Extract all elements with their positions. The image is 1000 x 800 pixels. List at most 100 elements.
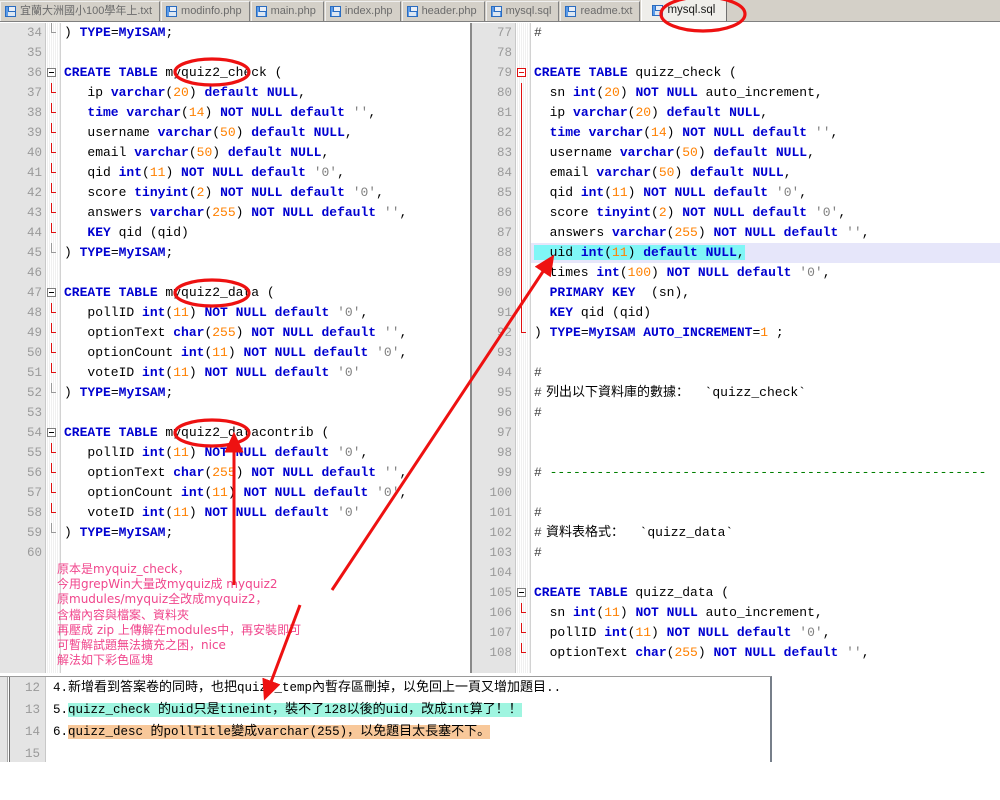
code-line[interactable]: 93 — [472, 343, 1000, 363]
code-text: uid int(11) default NULL, — [534, 245, 745, 260]
editor-tab-3[interactable]: index.php — [324, 1, 401, 21]
code-line[interactable]: 99 # ------------------------------------… — [472, 463, 1000, 483]
code-line[interactable]: 38 time varchar(14) NOT NULL default '', — [0, 103, 468, 123]
code-line[interactable]: 92) TYPE=MyISAM AUTO_INCREMENT=1 ; — [472, 323, 1000, 343]
note-line[interactable]: 14 6.quizz_desc 的pollTitle變成varchar(255)，… — [0, 721, 770, 743]
line-number: 105 — [489, 586, 512, 600]
note-line[interactable]: 13 5.quizz_check 的uid只是tineint，裝不了128以後的u… — [0, 699, 770, 721]
code-line[interactable]: 104 — [472, 563, 1000, 583]
code-line[interactable]: 98 — [472, 443, 1000, 463]
code-line[interactable]: 59) TYPE=MyISAM; — [0, 523, 468, 543]
code-editor-right[interactable]: 77 #78 79 CREATE TABLE quizz_check (80 sn i… — [470, 23, 1000, 673]
line-number: 52 — [26, 386, 42, 400]
code-line[interactable]: 51 voteID int(11) NOT NULL default '0' — [0, 363, 468, 383]
code-line[interactable]: 86 score tinyint(2) NOT NULL default '0'… — [472, 203, 1000, 223]
code-text: score tinyint(2) NOT NULL default '0', — [64, 185, 384, 200]
code-line[interactable]: 96 # — [472, 403, 1000, 423]
code-line[interactable]: 95 # 列出以下資料庫的數據： `quizz_check` — [472, 383, 1000, 403]
bottom-notes-panel[interactable]: 12 4.新增看到答案卷的同時，也把quizz_temp內暫存區刪掉，以免回上一頁… — [0, 676, 772, 762]
editor-tab-6[interactable]: readme.txt — [560, 1, 641, 21]
editor-tab-0[interactable]: 宜蘭大洲國小100學年上.txt — [0, 1, 161, 21]
code-line[interactable]: 102 # 資料表格式： `quizz_data` — [472, 523, 1000, 543]
code-line[interactable]: 49 optionText char(255) NOT NULL default… — [0, 323, 468, 343]
code-line[interactable]: 41 qid int(11) NOT NULL default '0', — [0, 163, 468, 183]
editor-tab-1[interactable]: modinfo.php — [161, 1, 250, 21]
code-line[interactable]: 55 pollID int(11) NOT NULL default '0', — [0, 443, 468, 463]
code-line[interactable]: 39 username varchar(50) default NULL, — [0, 123, 468, 143]
editor-tab-label: mysql.sql — [667, 3, 716, 16]
code-line[interactable]: 60 — [0, 543, 468, 563]
code-line[interactable]: 79 CREATE TABLE quizz_check ( — [472, 63, 1000, 83]
code-line[interactable]: 45) TYPE=MyISAM; — [0, 243, 468, 263]
code-line[interactable]: 106 sn int(11) NOT NULL auto_increment, — [472, 603, 1000, 623]
fold-collapse-icon[interactable] — [47, 68, 56, 77]
editor-tab-2[interactable]: main.php — [250, 1, 324, 21]
code-line[interactable]: 94 # — [472, 363, 1000, 383]
line-number: 91 — [496, 306, 512, 320]
line-number: 53 — [26, 406, 42, 420]
code-line[interactable]: 40 email varchar(50) default NULL, — [0, 143, 468, 163]
code-line[interactable]: 107 pollID int(11) NOT NULL default '0', — [472, 623, 1000, 643]
editor-tab-active[interactable]: mysql.sql — [641, 0, 728, 21]
fold-guide-line — [521, 643, 526, 653]
fold-guide-line — [51, 183, 56, 193]
line-number: 54 — [26, 426, 42, 440]
note-line[interactable]: 15 — [0, 743, 770, 762]
code-text: email varchar(50) default NULL, — [64, 145, 330, 160]
fold-guide-line — [521, 123, 522, 143]
fold-guide-line — [51, 143, 56, 153]
code-line[interactable]: 58 voteID int(11) NOT NULL default '0' — [0, 503, 468, 523]
code-line[interactable]: 48 pollID int(11) NOT NULL default '0', — [0, 303, 468, 323]
code-line[interactable]: 34) TYPE=MyISAM; — [0, 23, 468, 43]
code-line[interactable]: 78 — [472, 43, 1000, 63]
code-line[interactable]: 100 — [472, 483, 1000, 503]
code-line[interactable]: 82 time varchar(14) NOT NULL default '', — [472, 123, 1000, 143]
code-line[interactable]: 43 answers varchar(255) NOT NULL default… — [0, 203, 468, 223]
code-line[interactable]: 83 username varchar(50) default NULL, — [472, 143, 1000, 163]
code-text: # 列出以下資料庫的數據： `quizz_check` — [534, 385, 806, 400]
note-line[interactable]: 12 4.新增看到答案卷的同時，也把quizz_temp內暫存區刪掉，以免回上一頁… — [0, 677, 770, 699]
line-number: 100 — [489, 486, 512, 500]
code-line[interactable]: 84 email varchar(50) default NULL, — [472, 163, 1000, 183]
code-line[interactable]: 89 times int(100) NOT NULL default '0', — [472, 263, 1000, 283]
code-line[interactable]: 54 CREATE TABLE myquiz2_datacontrib ( — [0, 423, 468, 443]
code-line[interactable]: 108 optionText char(255) NOT NULL defaul… — [472, 643, 1000, 663]
code-line[interactable]: 90 PRIMARY KEY (sn), — [472, 283, 1000, 303]
code-line[interactable]: 57 optionCount int(11) NOT NULL default … — [0, 483, 468, 503]
code-line[interactable]: 46 — [0, 263, 468, 283]
editor-tab-label: 宜蘭大洲國小100學年上.txt — [20, 5, 153, 17]
code-line[interactable]: 87 answers varchar(255) NOT NULL default… — [472, 223, 1000, 243]
code-line[interactable]: 47 CREATE TABLE myquiz2_data ( — [0, 283, 468, 303]
code-line[interactable]: 37 ip varchar(20) default NULL, — [0, 83, 468, 103]
code-line[interactable]: 56 optionText char(255) NOT NULL default… — [0, 463, 468, 483]
code-line[interactable]: 97 — [472, 423, 1000, 443]
editor-tab-5[interactable]: mysql.sql — [485, 1, 560, 21]
code-line[interactable]: 91 KEY qid (qid) — [472, 303, 1000, 323]
fold-collapse-icon[interactable] — [47, 428, 56, 437]
code-text: ) TYPE=MyISAM; — [64, 25, 174, 40]
code-line[interactable]: 42 score tinyint(2) NOT NULL default '0'… — [0, 183, 468, 203]
code-line[interactable]: 44 KEY qid (qid) — [0, 223, 468, 243]
code-line[interactable]: 35 — [0, 43, 468, 63]
code-line[interactable]: 36 CREATE TABLE myquiz2_check ( — [0, 63, 468, 83]
fold-collapse-icon[interactable] — [517, 588, 526, 597]
fold-collapse-icon[interactable] — [517, 68, 526, 77]
code-line[interactable]: 103 # — [472, 543, 1000, 563]
line-number: 38 — [26, 106, 42, 120]
code-line[interactable]: 88 uid int(11) default NULL, — [472, 243, 1000, 263]
floppy-disk-icon — [406, 6, 418, 17]
code-line[interactable]: 85 qid int(11) NOT NULL default '0', — [472, 183, 1000, 203]
code-line[interactable]: 81 ip varchar(20) default NULL, — [472, 103, 1000, 123]
code-line[interactable]: 80 sn int(20) NOT NULL auto_increment, — [472, 83, 1000, 103]
line-number: 85 — [496, 186, 512, 200]
code-line[interactable]: 52) TYPE=MyISAM; — [0, 383, 468, 403]
code-line[interactable]: 50 optionCount int(11) NOT NULL default … — [0, 343, 468, 363]
code-line[interactable]: 101 # — [472, 503, 1000, 523]
code-line[interactable]: 53 — [0, 403, 468, 423]
line-number: 59 — [26, 526, 42, 540]
code-text: optionCount int(11) NOT NULL default '0'… — [64, 345, 408, 360]
code-line[interactable]: 105 CREATE TABLE quizz_data ( — [472, 583, 1000, 603]
editor-tab-4[interactable]: header.php — [401, 1, 485, 21]
code-line[interactable]: 77 # — [472, 23, 1000, 43]
fold-collapse-icon[interactable] — [47, 288, 56, 297]
